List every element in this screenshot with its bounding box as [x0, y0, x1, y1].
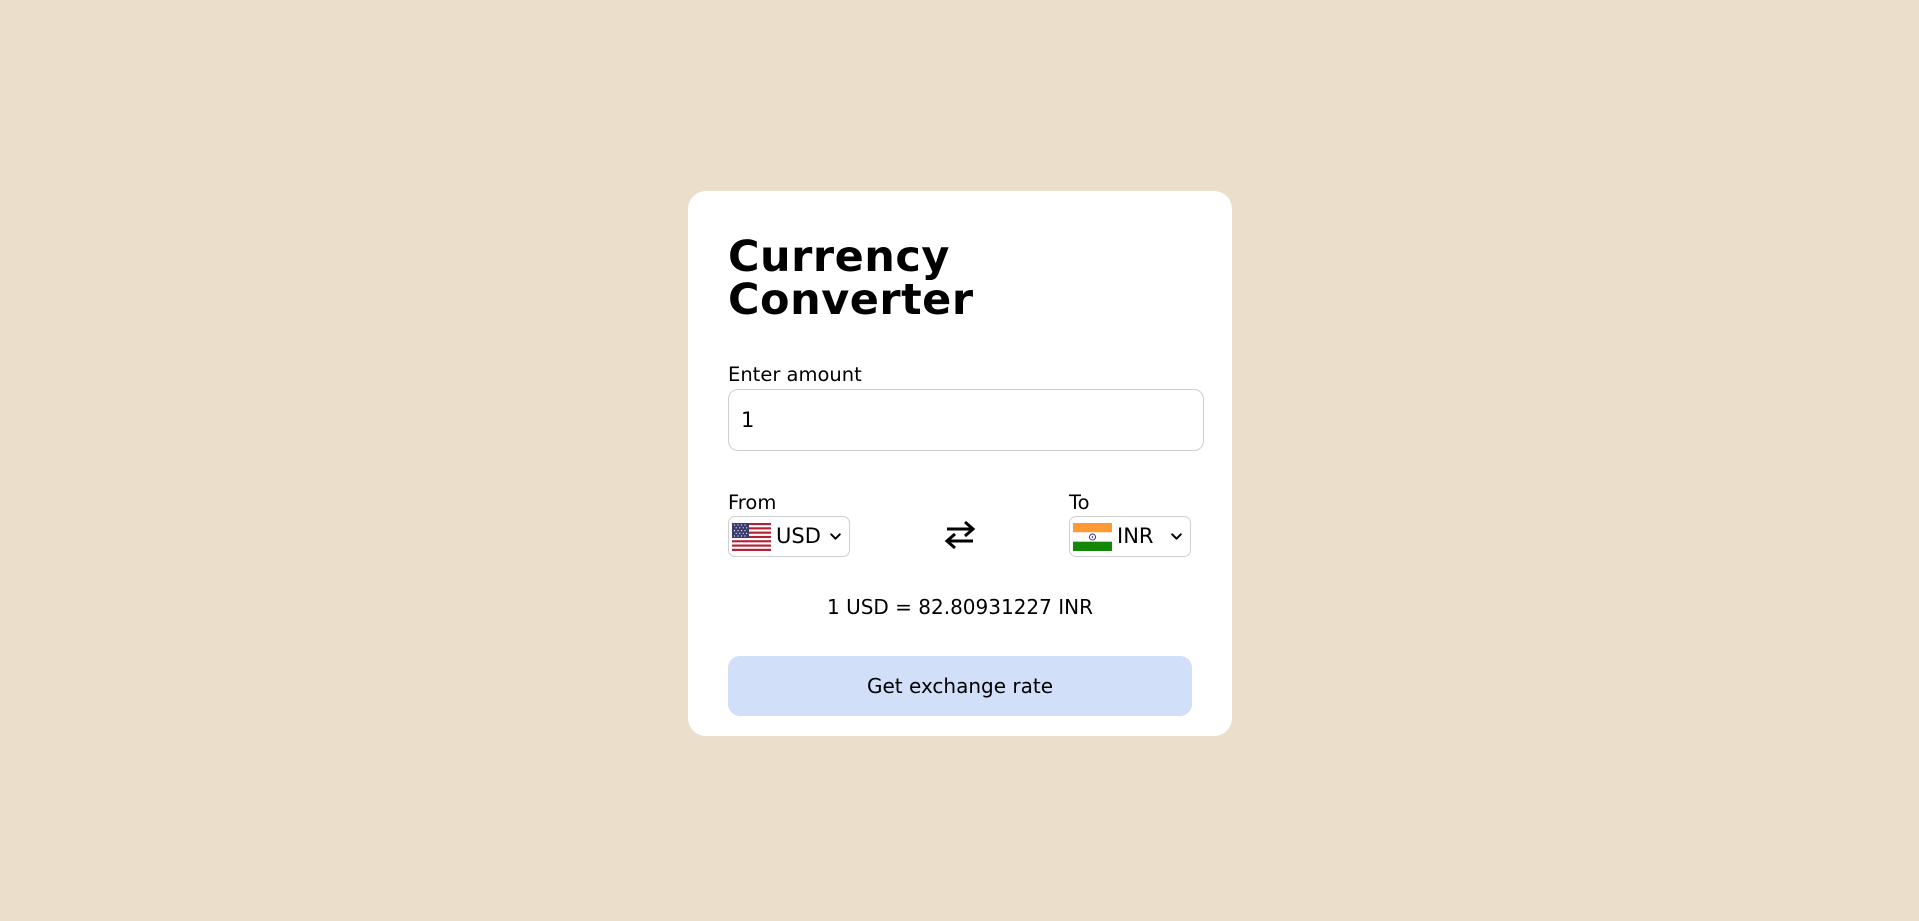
from-currency-code: USD	[776, 524, 821, 548]
swap-arrows-icon[interactable]	[943, 515, 977, 555]
from-currency-select[interactable]: USD	[728, 516, 850, 557]
currency-row: From USD To INR	[728, 490, 1204, 561]
from-group: From USD	[728, 490, 850, 557]
to-label: To	[1069, 490, 1090, 514]
converter-card: Currency Converter Enter amount From	[688, 191, 1232, 736]
chevron-down-icon	[1171, 533, 1182, 540]
to-group: To INR	[1069, 490, 1191, 557]
india-flag-icon	[1073, 522, 1112, 551]
get-exchange-rate-button[interactable]: Get exchange rate	[728, 655, 1192, 716]
amount-input[interactable]	[728, 388, 1204, 451]
to-currency-select[interactable]: INR	[1069, 516, 1191, 557]
chevron-down-icon	[830, 533, 841, 540]
to-currency-code: INR	[1117, 524, 1154, 548]
exchange-rate-result: 1 USD = 82.80931227 INR	[826, 594, 1093, 619]
us-flag-icon	[732, 522, 771, 551]
amount-label: Enter amount	[728, 363, 862, 386]
page-title: Currency Converter	[728, 232, 974, 325]
from-label: From	[728, 490, 777, 514]
